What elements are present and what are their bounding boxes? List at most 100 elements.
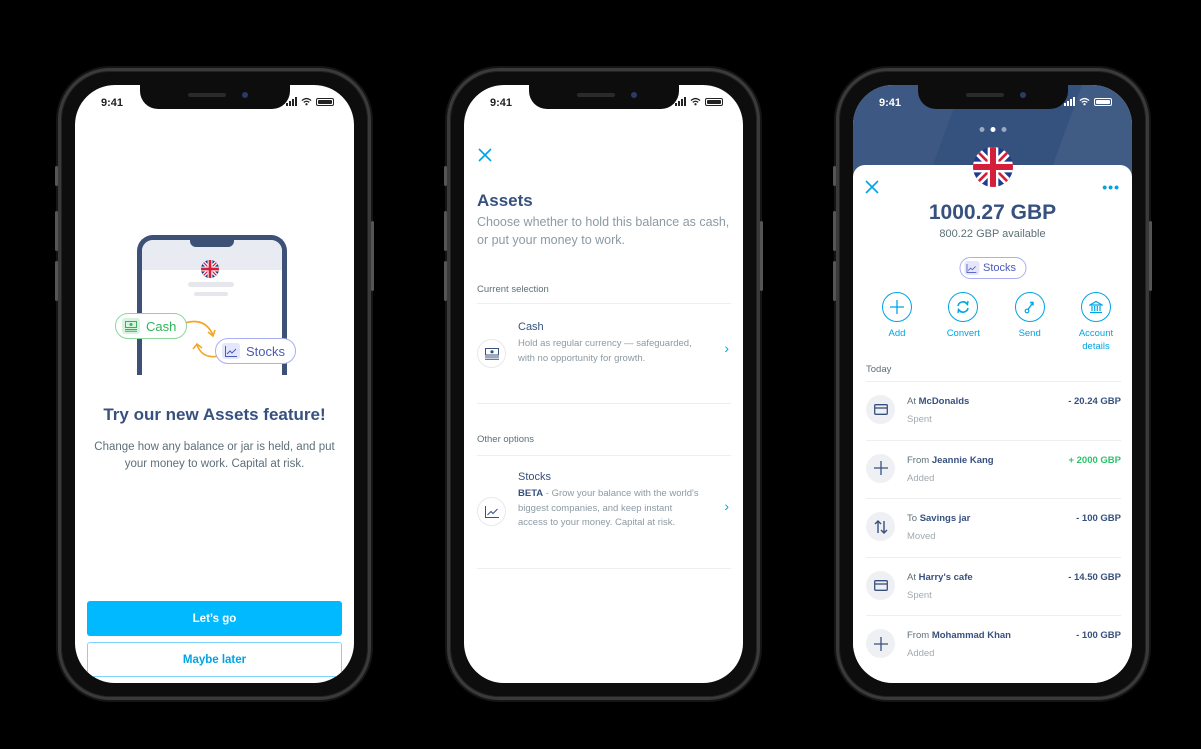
other-options-label: Other options xyxy=(477,434,535,445)
page-indicator xyxy=(979,127,1006,132)
chart-icon xyxy=(963,261,979,275)
transaction-name: Harry's cafe xyxy=(918,571,973,583)
mute-switch xyxy=(444,166,447,186)
phone-assets-selection: 9:41 Assets Choose whether to hold this … xyxy=(444,68,763,700)
transaction-amount: - 20.24 GBP xyxy=(1068,396,1121,407)
wifi-icon xyxy=(301,97,312,106)
volume-down-button xyxy=(833,261,836,301)
transaction-name: Savings jar xyxy=(919,513,971,524)
mute-switch xyxy=(833,166,836,186)
more-options-icon[interactable]: ••• xyxy=(1102,179,1120,195)
transaction-row[interactable]: From Mohammad Khan Added - 100 GBP xyxy=(866,615,1121,674)
chevron-right-icon: › xyxy=(724,498,729,514)
option-stocks[interactable]: Stocks BETA - Grow your balance with the… xyxy=(477,471,731,551)
plus-icon xyxy=(866,453,895,483)
balance-amount: 1000.27 GBP xyxy=(928,201,1057,224)
current-selection-label: Current selection xyxy=(477,284,549,295)
chart-icon xyxy=(222,343,240,359)
screen: 9:41 Assets Choose whether to hold this … xyxy=(464,85,743,683)
asset-type-chip[interactable]: Stocks xyxy=(958,257,1027,279)
plus-icon xyxy=(866,629,895,658)
page-dot[interactable] xyxy=(979,127,984,132)
wifi-icon xyxy=(690,97,701,106)
stocks-pill: Stocks xyxy=(215,338,297,364)
volume-down-button xyxy=(444,261,447,301)
account-details-button[interactable]: Account details xyxy=(1066,292,1126,353)
notch xyxy=(917,85,1068,109)
send-button[interactable]: Send xyxy=(1000,292,1060,353)
bank-icon xyxy=(1080,292,1111,322)
cash-label: Cash xyxy=(146,318,177,334)
option-title: Cash xyxy=(518,321,544,333)
beta-badge: BETA xyxy=(518,488,544,499)
cash-icon xyxy=(122,318,140,334)
mute-switch xyxy=(55,166,58,186)
page-title: Assets xyxy=(477,191,533,210)
page-dot-active[interactable] xyxy=(990,127,995,132)
option-cash[interactable]: Cash Hold as regular currency — safeguar… xyxy=(477,321,731,381)
option-description: BETA - Grow your balance with the world'… xyxy=(518,488,699,528)
status-time: 9:41 xyxy=(879,97,902,109)
transaction-status: Moved xyxy=(907,531,936,542)
transaction-amount: - 14.50 GBP xyxy=(1068,571,1121,583)
divider xyxy=(477,568,731,569)
card-icon xyxy=(866,570,895,600)
cash-icon xyxy=(477,339,506,368)
transaction-row[interactable]: To Savings jar Moved - 100 GBP xyxy=(866,498,1121,557)
transaction-amount: - 100 GBP xyxy=(1076,630,1121,641)
transaction-row[interactable]: At Harry's cafe Spent - 14.50 GBP xyxy=(866,556,1121,616)
wifi-icon xyxy=(1079,97,1090,106)
close-icon[interactable] xyxy=(865,180,879,194)
available-balance: 800.22 GBP available xyxy=(939,228,1046,240)
convert-button[interactable]: Convert xyxy=(933,292,993,353)
screen: 9:41 Cash Stocks Try our new Assets feat… xyxy=(75,85,354,683)
add-button[interactable]: Add xyxy=(867,292,927,353)
lets-go-button[interactable]: Let’s go xyxy=(87,601,342,636)
transaction-status: Spent xyxy=(907,589,932,601)
transaction-row[interactable]: At McDonalds Spent - 20.24 GBP xyxy=(866,381,1121,440)
screen: 9:41 ••• 1000.27 GBP 800.22 GBP availabl… xyxy=(853,85,1132,683)
page-subtitle: Choose whether to hold this balance as c… xyxy=(477,215,730,247)
send-icon xyxy=(1014,292,1045,322)
transaction-row[interactable]: From Jeannie Kang Added + 2000 GBP xyxy=(866,439,1121,499)
card-icon xyxy=(866,395,895,424)
page-dot[interactable] xyxy=(1001,127,1006,132)
uk-flag-icon xyxy=(201,260,219,278)
transaction-status: Added xyxy=(907,472,935,484)
close-icon[interactable] xyxy=(478,148,492,162)
divider xyxy=(477,303,731,304)
cash-pill: Cash xyxy=(115,313,188,339)
power-button xyxy=(760,221,763,291)
volume-up-button xyxy=(444,211,447,251)
divider xyxy=(477,455,731,456)
chevron-right-icon: › xyxy=(724,340,729,356)
divider xyxy=(477,403,731,404)
stocks-label: Stocks xyxy=(246,343,286,359)
section-label-today: Today xyxy=(866,364,892,375)
battery-icon xyxy=(316,97,334,106)
volume-down-button xyxy=(55,261,58,301)
onboarding-title: Try our new Assets feature! xyxy=(103,405,326,424)
volume-up-button xyxy=(833,211,836,251)
phone-balance-detail: 9:41 ••• 1000.27 GBP 800.22 GBP availabl… xyxy=(833,68,1152,700)
battery-icon xyxy=(1094,97,1112,106)
status-time: 9:41 xyxy=(490,97,513,109)
assets-illustration: Cash Stocks xyxy=(115,235,315,375)
volume-up-button xyxy=(55,211,58,251)
transfer-icon xyxy=(866,512,895,541)
chart-icon xyxy=(477,497,506,526)
transaction-list: At McDonalds Spent - 20.24 GBP From Jean… xyxy=(866,381,1121,674)
phone-onboarding: 9:41 Cash Stocks Try our new Assets feat… xyxy=(55,68,374,700)
convert-icon xyxy=(948,292,979,322)
status-time: 9:41 xyxy=(101,97,124,109)
option-description: Hold as regular currency — safeguarded, … xyxy=(518,338,692,364)
maybe-later-button[interactable]: Maybe later xyxy=(87,642,342,677)
transaction-status: Added xyxy=(907,648,935,659)
power-button xyxy=(1149,221,1152,291)
notch xyxy=(528,85,679,109)
balance-card: ••• 1000.27 GBP 800.22 GBP available Sto… xyxy=(853,165,1132,683)
asset-chip-label: Stocks xyxy=(982,262,1017,274)
power-button xyxy=(371,221,374,291)
transaction-status: Spent xyxy=(907,414,932,425)
notch xyxy=(139,85,290,109)
